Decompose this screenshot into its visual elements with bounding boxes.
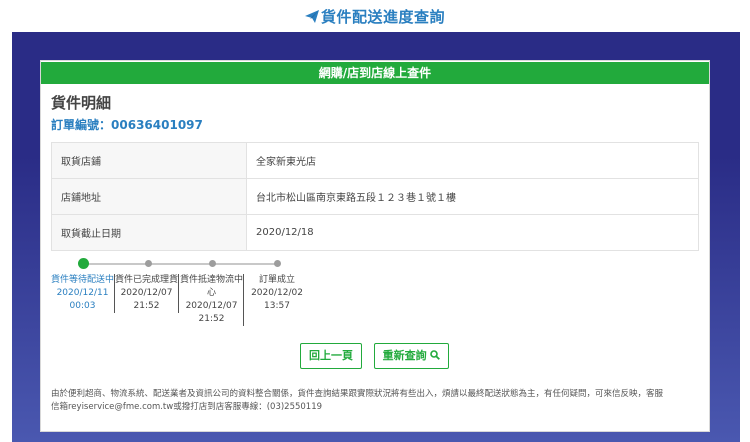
progress-step-3: 貨件抵達物流中心 2020/12/07 21:52 <box>180 274 244 326</box>
progress-line <box>83 263 279 265</box>
table-row: 取貨截止日期 2020/12/18 <box>51 214 699 251</box>
step-name: 訂單成立 <box>258 275 295 285</box>
progress-dot <box>145 260 152 267</box>
progress-dot-active <box>78 258 89 269</box>
search-icon <box>430 349 441 362</box>
requery-button-label: 重新查詢 <box>382 349 427 362</box>
progress-step-2: 貨件已完成理貨 2020/12/07 21:52 <box>115 274 179 313</box>
footer-note: 由於便利超商、物流系統、配送業者及資訊公司的資料整合關係，貨件查詢結果跟實際狀況… <box>51 388 701 414</box>
step-time: 00:03 <box>69 301 96 311</box>
table-row: 取貨店鋪 全家新東光店 <box>51 142 699 179</box>
step-time: 21:52 <box>198 314 225 324</box>
step-name: 貨件等待配送中 <box>51 275 115 285</box>
step-time: 21:52 <box>133 301 160 311</box>
pickup-deadline-label: 取貨截止日期 <box>51 214 247 251</box>
page-title: 貨件配送進度查詢 <box>0 6 750 28</box>
progress-step-1: 貨件等待配送中 2020/12/11 00:03 <box>51 274 115 313</box>
back-button[interactable]: 回上一頁 <box>300 343 362 369</box>
panel-title-bar: 網購/店到店線上查件 <box>41 62 709 84</box>
progress-dot <box>209 260 216 267</box>
order-number: 訂單編號：00636401097 <box>51 116 203 133</box>
requery-button[interactable]: 重新查詢 <box>374 343 449 369</box>
pickup-deadline-value: 2020/12/18 <box>246 214 699 251</box>
footer-note-line-1: 由於便利超商、物流系統、配送業者及資訊公司的資料整合關係，貨件查詢結果跟實際狀況… <box>51 389 664 399</box>
step-date: 2020/12/07 <box>185 301 238 311</box>
step-date: 2020/12/02 <box>251 288 303 298</box>
step-name: 貨件已完成理貨 <box>115 275 179 285</box>
progress-tracker: 貨件等待配送中 2020/12/11 00:03 貨件已完成理貨 2020/12… <box>51 258 311 328</box>
shipment-info-table: 取貨店鋪 全家新東光店 店鋪地址 台北市松山區南京東路五段１２３巷１號１樓 取貨… <box>51 142 699 251</box>
paper-plane-icon <box>304 7 319 29</box>
order-number-value: 00636401097 <box>111 118 203 132</box>
pickup-store-value: 全家新東光店 <box>246 142 699 179</box>
footer-note-line-2: 信箱reyiservice@fme.com.tw或撥打店到店客服專線：(03)2… <box>51 402 323 412</box>
progress-step-4: 訂單成立 2020/12/02 13:57 <box>245 274 309 313</box>
step-name: 貨件抵達物流中心 <box>180 275 244 298</box>
table-row: 店鋪地址 台北市松山區南京東路五段１２３巷１號１樓 <box>51 178 699 215</box>
store-address-label: 店鋪地址 <box>51 178 247 215</box>
step-date: 2020/12/11 <box>56 288 109 298</box>
store-address-value: 台北市松山區南京東路五段１２３巷１號１樓 <box>246 178 699 215</box>
pickup-store-label: 取貨店鋪 <box>51 142 247 179</box>
section-title: 貨件明細 <box>51 94 112 112</box>
step-date: 2020/12/07 <box>120 288 173 298</box>
page-title-text: 貨件配送進度查詢 <box>320 8 445 26</box>
progress-dot <box>274 260 281 267</box>
order-number-label: 訂單編號： <box>51 118 112 132</box>
step-time: 13:57 <box>264 301 290 311</box>
